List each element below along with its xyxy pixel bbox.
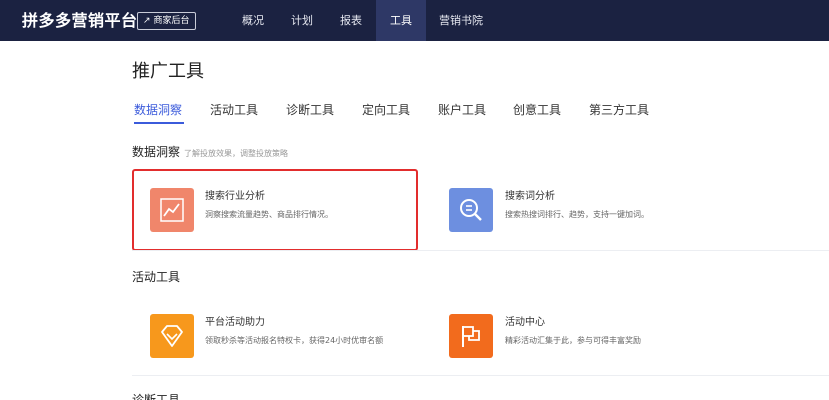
card-name-platform-activity[interactable]: 平台活动助力 <box>205 316 265 330</box>
nav-marketing-academy[interactable]: 营销书院 <box>432 0 490 41</box>
tab-activity-tools[interactable]: 活动工具 <box>210 101 258 119</box>
section-subtitle: 了解投放效果，调整投放策略 <box>184 149 289 158</box>
platform-logo[interactable]: 拼多多营销平台 <box>22 11 138 31</box>
merchant-backend-label: 商家后台 <box>153 16 190 26</box>
tab-account-tools[interactable]: 账户工具 <box>438 101 486 119</box>
card-desc-search-industry: 洞察搜索流量趋势、商品排行情况。 <box>205 210 333 219</box>
tab-diagnosis-tools[interactable]: 诊断工具 <box>286 101 334 119</box>
tab-data-insight[interactable]: 数据洞察 <box>134 101 182 119</box>
nav-plan[interactable]: 计划 <box>280 0 324 41</box>
search-list-icon[interactable] <box>449 188 493 232</box>
nav-tools[interactable]: 工具 <box>376 0 426 41</box>
section-title-activity-tools: 活动工具 <box>132 270 181 284</box>
active-tab-underline <box>134 122 184 124</box>
card-name-activity-center[interactable]: 活动中心 <box>505 316 545 330</box>
page-title: 推广工具 <box>132 61 204 82</box>
section-divider <box>132 375 829 376</box>
tab-third-party-tools[interactable]: 第三方工具 <box>589 101 649 119</box>
arrow-up-right-icon: ↗ <box>143 16 151 26</box>
diamond-icon[interactable] <box>150 314 194 358</box>
merchant-backend-button[interactable]: ↗ 商家后台 <box>137 12 196 30</box>
nav-report[interactable]: 报表 <box>329 0 373 41</box>
nav-overview[interactable]: 概况 <box>231 0 275 41</box>
card-desc-search-word: 搜索热搜词排行、趋势，支持一键加词。 <box>505 210 649 219</box>
section-title-text: 数据洞察 <box>132 145 181 159</box>
card-name-search-industry[interactable]: 搜索行业分析 <box>205 190 265 204</box>
tab-creative-tools[interactable]: 创意工具 <box>513 101 561 119</box>
card-desc-activity-center: 精彩活动汇集于此，参与可得丰富奖励 <box>505 336 641 345</box>
card-name-search-word[interactable]: 搜索词分析 <box>505 190 555 204</box>
line-chart-icon[interactable] <box>150 188 194 232</box>
section-title-data-insight: 数据洞察 了解投放效果，调整投放策略 <box>132 144 288 162</box>
card-desc-platform-activity: 领取秒杀等活动报名特权卡，获得24小时优审名额 <box>205 336 384 345</box>
top-nav-bar: 拼多多营销平台 ↗ 商家后台 概况 计划 报表 工具 营销书院 <box>0 0 829 41</box>
section-divider <box>132 250 829 251</box>
tab-targeting-tools[interactable]: 定向工具 <box>362 101 410 119</box>
section-title-diagnosis-tools: 诊断工具 <box>132 393 181 400</box>
flag-icon[interactable] <box>449 314 493 358</box>
